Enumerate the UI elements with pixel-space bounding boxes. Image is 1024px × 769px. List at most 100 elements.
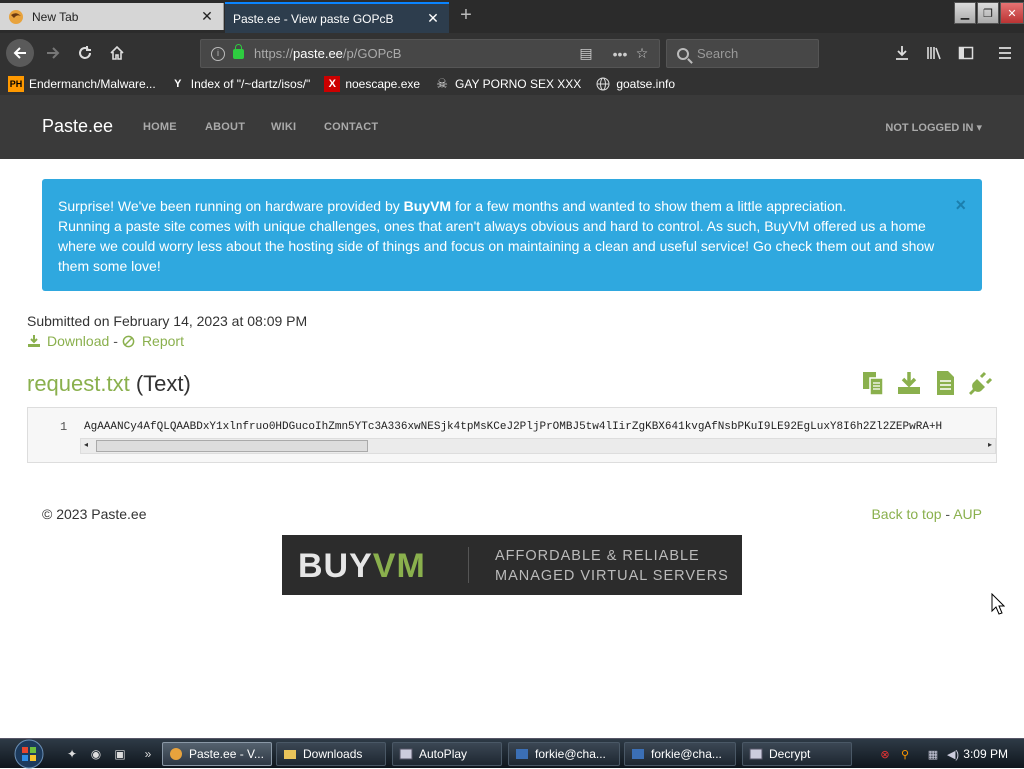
scroll-right-icon[interactable]: ▸ xyxy=(988,440,992,449)
globe-icon xyxy=(595,76,611,92)
restore-button[interactable]: ❐ xyxy=(977,2,999,24)
tab-title: New Tab xyxy=(32,9,79,24)
taskbar-item-firefox[interactable]: Paste.ee - V... xyxy=(162,742,272,766)
nav-about[interactable]: ABOUT xyxy=(205,121,245,133)
home-icon[interactable] xyxy=(104,40,130,66)
bookmark-noescape[interactable]: X noescape.exe xyxy=(324,76,420,92)
aup-link[interactable]: AUP xyxy=(953,506,982,522)
reload-icon[interactable] xyxy=(72,40,98,66)
nav-wiki[interactable]: WIKI xyxy=(271,121,296,133)
bookmark-endermanch[interactable]: PH Endermanch/Malware... xyxy=(8,76,156,92)
info-icon[interactable]: i xyxy=(211,46,225,61)
taskbar-item-label: forkie@cha... xyxy=(651,747,722,761)
download-icon[interactable] xyxy=(896,370,922,396)
taskbar-item-terminal-2[interactable]: forkie@cha... xyxy=(624,742,736,766)
start-button[interactable] xyxy=(9,739,49,769)
new-tab-button[interactable]: + xyxy=(455,5,477,27)
bookmark-label: GAY PORNO SEX XXX xyxy=(455,77,582,91)
tab-new-tab[interactable]: New Tab ✕ xyxy=(0,3,224,30)
address-bar[interactable]: i https://paste.ee/p/GOPcB ▤ ••• ☆ xyxy=(200,39,660,68)
close-icon[interactable]: ✕ xyxy=(425,10,441,27)
close-icon[interactable]: ✕ xyxy=(199,8,215,25)
search-icon[interactable]: ⚲ xyxy=(898,747,912,761)
taskbar-item-decrypt[interactable]: Decrypt xyxy=(742,742,852,766)
tab-title: Paste.ee - View paste GOPcB xyxy=(233,11,394,26)
ie-icon[interactable]: ◉ xyxy=(88,746,104,762)
taskbar-item-downloads[interactable]: Downloads xyxy=(276,742,386,766)
download-icon[interactable] xyxy=(889,40,915,66)
paste-actions: Download - Report xyxy=(27,333,184,349)
browser-tab-bar: New Tab ✕ Paste.ee - View paste GOPcB ✕ … xyxy=(0,0,1024,33)
buyvm-banner[interactable]: BUYVM AFFORDABLE & RELIABLE MANAGED VIRT… xyxy=(282,535,742,595)
minimize-button[interactable]: ▁ xyxy=(954,2,976,24)
submitted-date: Submitted on February 14, 2023 at 08:09 … xyxy=(27,313,308,329)
search-placeholder: Search xyxy=(697,46,739,61)
login-dropdown[interactable]: NOT LOGGED IN ▾ xyxy=(885,121,982,134)
file-name: request.txt xyxy=(27,371,130,396)
reader-view-icon[interactable]: ▤ xyxy=(575,45,597,62)
nav-contact[interactable]: CONTACT xyxy=(324,121,378,133)
buyvm-logo: BUYVM xyxy=(298,547,426,585)
clock[interactable]: 3:09 PM xyxy=(963,747,1008,761)
window-icon xyxy=(399,747,413,761)
page-actions-icon[interactable]: ••• xyxy=(609,46,631,62)
bookmark-label: Index of "/~dartz/isos/" xyxy=(190,77,311,91)
security-alert-icon[interactable]: ⊗ xyxy=(878,747,892,761)
download-icon xyxy=(27,334,41,348)
code-line[interactable]: AgAAANCy4AfQLQAABDxY1xlnfruo0HDGucoIhZmn… xyxy=(84,421,996,433)
window-icon xyxy=(749,747,763,761)
scroll-left-icon[interactable]: ◂ xyxy=(84,440,88,449)
tab-paste-ee[interactable]: Paste.ee - View paste GOPcB ✕ xyxy=(225,2,449,33)
sidebar-icon[interactable] xyxy=(953,40,979,66)
copyright: © 2023 Paste.ee xyxy=(42,506,147,522)
taskbar-item-terminal-1[interactable]: forkie@cha... xyxy=(508,742,620,766)
paste-toolbar xyxy=(850,370,994,396)
bookmark-star-icon[interactable]: ☆ xyxy=(631,45,653,62)
chevron-right-icon[interactable]: » xyxy=(140,746,156,762)
mouse-cursor-icon xyxy=(991,593,1005,615)
folder-icon xyxy=(283,747,297,761)
footer-links: Back to top - AUP xyxy=(871,506,982,522)
search-input[interactable]: Search xyxy=(666,39,819,68)
network-icon[interactable]: ▦ xyxy=(926,747,940,761)
alert-close-button[interactable]: × xyxy=(955,195,966,215)
announcement-alert: Surprise! We've been running on hardware… xyxy=(42,179,982,291)
back-to-top-link[interactable]: Back to top xyxy=(871,506,941,522)
bookmark-label: noescape.exe xyxy=(345,77,421,91)
terminal-icon xyxy=(515,747,529,761)
desktop-icon[interactable]: ▣ xyxy=(112,746,128,762)
library-icon[interactable] xyxy=(921,40,947,66)
download-link[interactable]: Download xyxy=(47,333,109,349)
taskbar-item-autoplay[interactable]: AutoPlay xyxy=(392,742,502,766)
window-controls: ▁ ❐ ✕ xyxy=(953,2,1024,24)
url-text[interactable]: https://paste.ee/p/GOPcB xyxy=(254,46,575,61)
bookmark-goatse[interactable]: goatse.info xyxy=(595,76,675,92)
firefox-icon[interactable]: ✦ xyxy=(64,746,80,762)
copy-icon[interactable] xyxy=(860,370,886,396)
skull-icon: ☠ xyxy=(436,76,448,91)
site-navbar: Paste.ee HOME ABOUT WIKI CONTACT NOT LOG… xyxy=(0,95,1024,159)
raw-file-icon[interactable] xyxy=(932,370,958,396)
ycombinator-icon: Y xyxy=(174,78,182,90)
alert-line-2: Running a paste site comes with unique c… xyxy=(58,218,935,274)
bookmark-dartz-isos[interactable]: Y Index of "/~dartz/isos/" xyxy=(170,76,311,92)
site-brand[interactable]: Paste.ee xyxy=(42,116,113,137)
lock-icon xyxy=(233,43,244,59)
menu-icon[interactable] xyxy=(992,40,1018,66)
browser-toolbar: i https://paste.ee/p/GOPcB ▤ ••• ☆ Searc… xyxy=(0,33,1024,73)
taskbar: ✦ ◉ ▣ » Paste.ee - V... Downloads AutoPl… xyxy=(0,738,1024,769)
line-number: 1 xyxy=(60,420,68,434)
bookmark-xxx[interactable]: ☠ GAY PORNO SEX XXX xyxy=(434,76,581,92)
nav-home[interactable]: HOME xyxy=(143,121,177,133)
window-close-button[interactable]: ✕ xyxy=(1000,2,1024,24)
separator: - xyxy=(945,506,951,522)
scrollbar-thumb[interactable] xyxy=(96,440,368,452)
search-icon xyxy=(677,47,689,60)
back-icon[interactable] xyxy=(6,39,34,67)
forward-icon[interactable] xyxy=(40,40,66,66)
volume-icon[interactable]: ◀) xyxy=(946,747,960,761)
plug-icon[interactable] xyxy=(968,370,994,396)
horizontal-scrollbar[interactable]: ◂ ▸ xyxy=(80,438,996,454)
report-link[interactable]: Report xyxy=(142,333,184,349)
caret-down-icon: ▾ xyxy=(976,122,982,134)
